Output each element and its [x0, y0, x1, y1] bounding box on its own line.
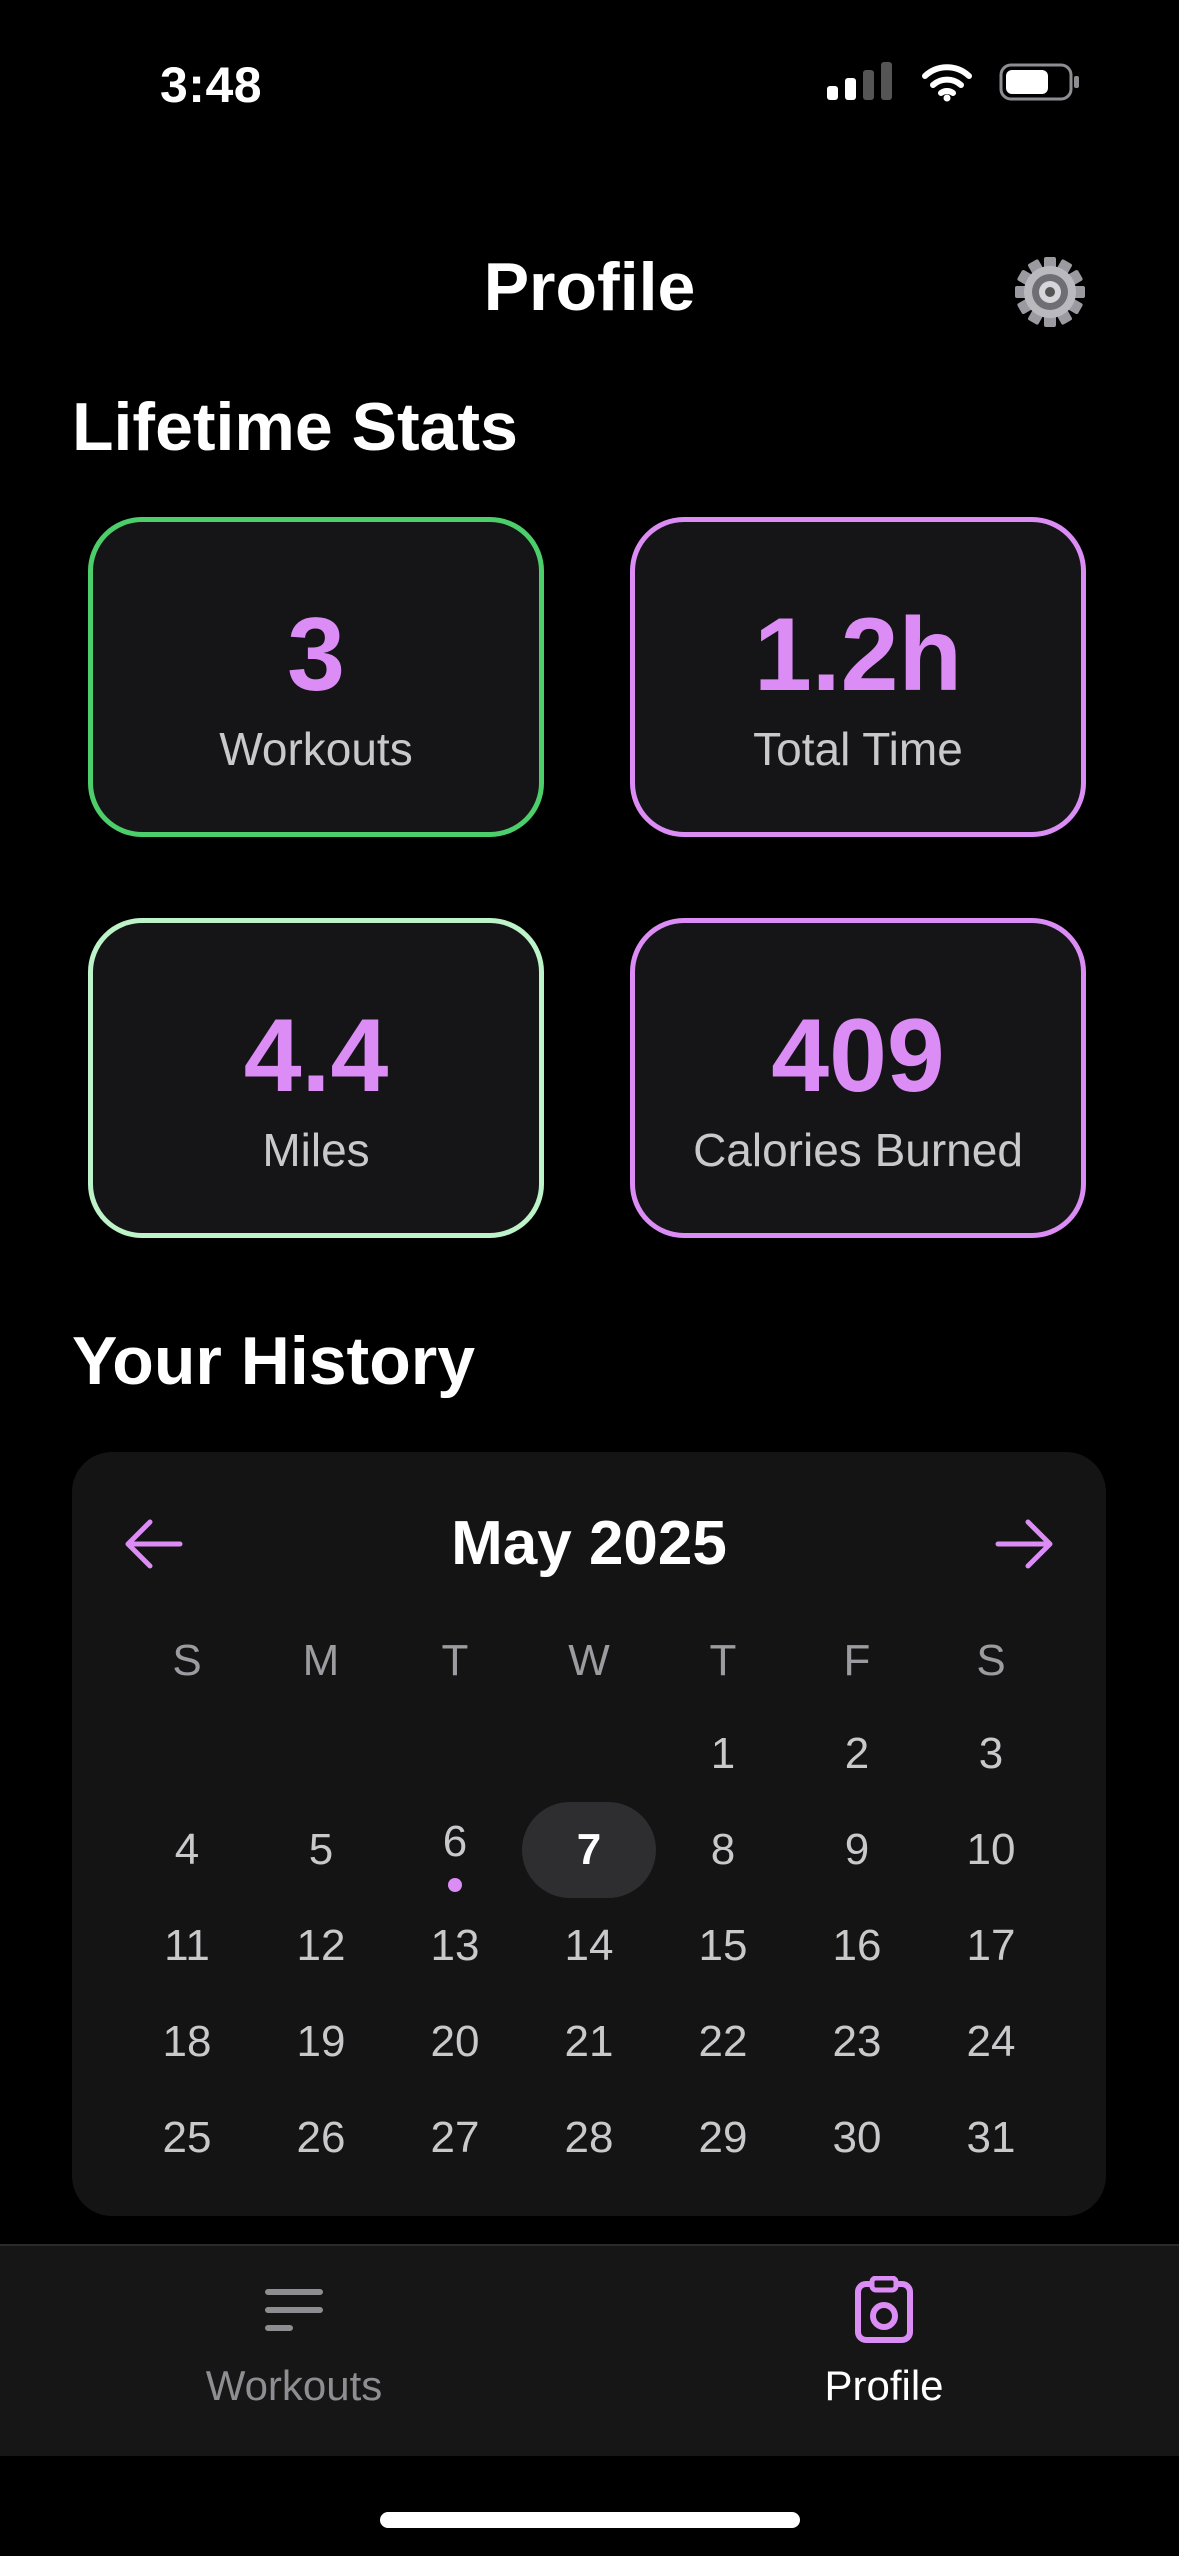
calendar-day[interactable]: 20: [388, 1994, 522, 2090]
status-icons: [827, 62, 1081, 102]
weekday-label: T: [441, 1636, 469, 1685]
calendar-day[interactable]: 16: [790, 1898, 924, 1994]
calendar-day[interactable]: 28: [522, 2090, 656, 2186]
calendar-day[interactable]: 29: [656, 2090, 790, 2186]
stat-value: 4.4: [243, 998, 389, 1114]
home-indicator: [380, 2512, 800, 2528]
tab-bar: Workouts Profile: [0, 2244, 1179, 2456]
clipboard-icon: [855, 2276, 913, 2343]
calendar-day[interactable]: 26: [254, 2090, 388, 2186]
calendar-day[interactable]: 21: [522, 1994, 656, 2090]
wifi-icon: [922, 64, 972, 102]
status-bar: 3:48: [0, 0, 1179, 170]
weekday-label: S: [976, 1636, 1006, 1685]
calendar-day[interactable]: 5: [254, 1802, 388, 1898]
next-month-button[interactable]: [992, 1516, 1056, 1572]
weekday-label: M: [302, 1636, 340, 1685]
tab-label: Workouts: [205, 2362, 383, 2409]
stat-label: Total Time: [753, 723, 963, 775]
tab-workouts[interactable]: Workouts: [144, 2246, 444, 2446]
list-icon: [265, 2289, 323, 2331]
stat-card-miles: 4.4 Miles: [88, 918, 544, 1238]
page-title: Profile: [483, 249, 696, 325]
calendar-day[interactable]: 12: [254, 1898, 388, 1994]
battery-icon: [999, 63, 1079, 101]
stat-label: Calories Burned: [693, 1124, 1023, 1176]
stat-label: Miles: [262, 1124, 370, 1176]
calendar-day[interactable]: 22: [656, 1994, 790, 2090]
calendar-day[interactable]: 14: [522, 1898, 656, 1994]
lifetime-stats-title: Lifetime Stats: [72, 389, 518, 465]
stat-label: Workouts: [219, 723, 413, 775]
calendar-day[interactable]: 27: [388, 2090, 522, 2186]
stat-value: 409: [771, 998, 945, 1114]
settings-button[interactable]: [1012, 254, 1088, 330]
calendar-day[interactable]: 6: [388, 1802, 522, 1898]
calendar-day[interactable]: 4: [120, 1802, 254, 1898]
history-title: Your History: [72, 1323, 476, 1399]
calendar-day[interactable]: 1: [656, 1706, 790, 1802]
weekday-label: S: [172, 1636, 202, 1685]
calendar-day[interactable]: 19: [254, 1994, 388, 2090]
gear-icon: [1015, 257, 1085, 327]
calendar-day[interactable]: 13: [388, 1898, 522, 1994]
calendar-day[interactable]: 25: [120, 2090, 254, 2186]
calendar-day[interactable]: 31: [924, 2090, 1058, 2186]
stat-value: 3: [287, 597, 345, 713]
calendar-day[interactable]: 30: [790, 2090, 924, 2186]
calendar-day[interactable]: 17: [924, 1898, 1058, 1994]
status-time: 3:48: [160, 57, 263, 113]
calendar-day[interactable]: 24: [924, 1994, 1058, 2090]
tab-label: Profile: [824, 2362, 944, 2409]
calendar-day-selected[interactable]: 7: [522, 1802, 656, 1898]
weekday-label: F: [843, 1636, 871, 1685]
calendar-day[interactable]: 23: [790, 1994, 924, 2090]
stat-card-calories: 409 Calories Burned: [630, 918, 1086, 1238]
weekday-label: W: [568, 1636, 610, 1685]
stat-card-total-time: 1.2h Total Time: [630, 517, 1086, 837]
calendar-day[interactable]: 3: [924, 1706, 1058, 1802]
calendar-month-label: May 2025: [451, 1509, 727, 1578]
calendar-day[interactable]: 2: [790, 1706, 924, 1802]
calendar-day[interactable]: 15: [656, 1898, 790, 1994]
calendar-day[interactable]: 11: [120, 1898, 254, 1994]
weekday-label: T: [709, 1636, 737, 1685]
calendar-day[interactable]: 8: [656, 1802, 790, 1898]
calendar-day[interactable]: 10: [924, 1802, 1058, 1898]
arrow-right-icon: [995, 1519, 1053, 1569]
cellular-signal-icon: [827, 62, 892, 100]
calendar-day[interactable]: 18: [120, 1994, 254, 2090]
tab-profile[interactable]: Profile: [734, 2246, 1034, 2446]
stat-value: 1.2h: [753, 597, 963, 713]
stat-card-workouts: 3 Workouts: [88, 517, 544, 837]
history-calendar: May 2025 SMTWTFS 1 2 3 4 5 6 7 8 9 10 11 12 13 14 15 16…: [72, 1452, 1106, 2216]
calendar-day[interactable]: 9: [790, 1802, 924, 1898]
